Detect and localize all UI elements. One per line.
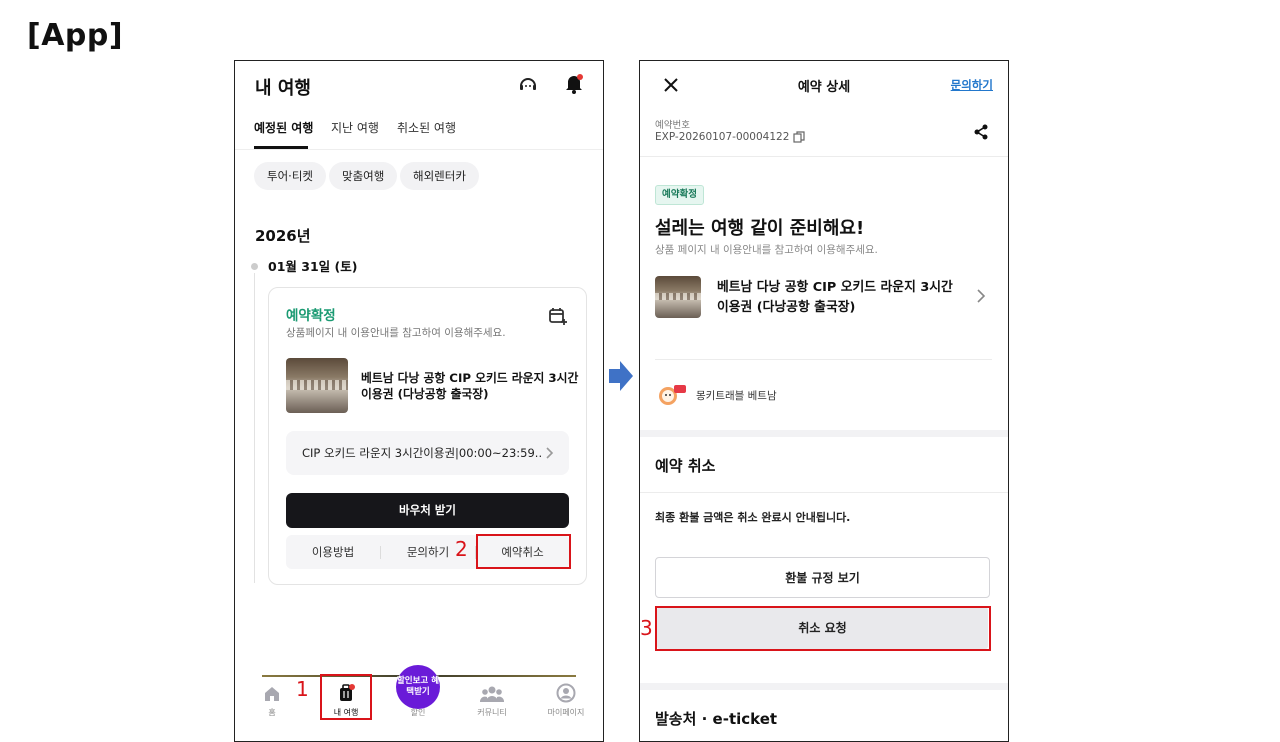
tab-upcoming[interactable]: 예정된 여행 [254,119,313,136]
cancel-section-title: 예약 취소 [655,457,716,475]
chip-tour-ticket[interactable]: 투어·티켓 [254,162,326,190]
flow-arrow-icon [609,361,633,391]
product-name-line2: 이용권 (다낭공항 출국장) [361,387,489,401]
nav-label: 할인 [410,708,426,717]
chevron-right-icon [542,445,558,461]
product-name[interactable]: 베트남 다낭 공항 CIP 오키드 라운지 3시간 이용권 (다낭공항 출국장) [361,370,578,402]
chip-rental-car[interactable]: 해외렌터카 [400,162,479,190]
usage-guide-button[interactable]: 이용방법 [286,535,380,569]
section-separator [640,430,1008,437]
community-icon [480,684,504,704]
nav-label: 커뮤니티 [477,708,507,717]
timeline-dot [251,263,258,270]
tab-past[interactable]: 지난 여행 [331,119,379,136]
profile-icon [556,683,576,703]
bottom-nav: 홈 내 여행 할인보고 혜택받기 할인 커뮤니티 마이페이지 [235,665,603,741]
share-icon[interactable] [970,121,992,143]
option-row[interactable]: CIP 오키드 라운지 3시간이용권|00:00~23:59... [286,431,569,475]
product-thumbnail[interactable] [655,276,701,318]
usage-note: 상품페이지 내 이용안내를 참고하여 이용해주세요. [286,327,506,339]
chip-custom-trip[interactable]: 맞춤여행 [329,162,398,190]
option-text: CIP 오키드 라운지 3시간이용권|00:00~23:59... [302,446,542,460]
notification-bell-icon[interactable] [562,72,586,96]
product-name-line2: 이용권 (다낭공항 출국장) [717,300,856,315]
refund-note: 최종 환불 금액은 취소 완료시 안내됩니다. [655,511,851,524]
status-label: 예약확정 [286,308,336,324]
slide-title: [App] [27,18,124,53]
seller-logo-icon [657,382,687,408]
chevron-right-icon[interactable] [973,287,989,305]
my-trips-screen: 내 여행 예정된 여행 지난 여행 취소된 여행 투어·티켓 맞춤여행 해외렌터… [234,60,604,742]
step-number: 1 [296,677,309,701]
product-name-line1: 베트남 다낭 공항 CIP 오키드 라운지 3시간 [717,280,953,295]
divider [640,492,1008,493]
divider [655,359,992,360]
timeline-line [254,273,255,583]
reservation-number-label: 예약번호 [655,120,690,131]
inquiry-link[interactable]: 문의하기 [951,77,993,93]
copy-icon[interactable] [792,130,806,144]
headline: 설레는 여행 같이 준비해요! [655,218,865,239]
voucher-button[interactable]: 바우처 받기 [286,493,569,528]
year-heading: 2026년 [255,227,311,245]
step-number: 3 [640,616,653,640]
product-name-line1: 베트남 다낭 공항 CIP 오키드 라운지 3시간 [361,371,579,385]
seller-name[interactable]: 몽키트래블 베트남 [696,388,777,403]
trip-tabs: 예정된 여행 지난 여행 취소된 여행 [235,113,603,150]
status-badge: 예약확정 [655,185,704,205]
refund-policy-button[interactable]: 환불 규정 보기 [655,557,990,598]
highlight-cancel-request [655,606,991,651]
promo-button[interactable]: 할인보고 혜택받기 [396,665,440,709]
highlight-my-trip-nav [320,674,372,720]
home-icon [262,684,282,704]
active-tab-indicator [254,146,308,149]
nav-label: 마이페이지 [547,708,585,717]
tab-cancelled[interactable]: 취소된 여행 [397,119,456,136]
subtext: 상품 페이지 내 이용안내를 참고하여 이용해주세요. [655,244,878,256]
page-title: 내 여행 [255,78,311,99]
reservation-number: EXP-20260107-00004122 [655,131,790,143]
divider [640,156,1008,157]
section-separator [640,683,1008,690]
add-calendar-icon[interactable] [546,304,570,328]
delivery-section-title: 발송처 · e-ticket [655,710,778,728]
product-thumbnail[interactable] [286,358,348,413]
step-number: 2 [455,537,468,561]
product-name[interactable]: 베트남 다낭 공항 CIP 오키드 라운지 3시간 이용권 (다낭공항 출국장) [717,278,953,318]
trip-date: 01월 31일 (토) [268,259,358,274]
customer-service-icon[interactable] [516,73,540,97]
highlight-cancel-reservation [476,534,571,569]
nav-label: 홈 [268,708,276,717]
